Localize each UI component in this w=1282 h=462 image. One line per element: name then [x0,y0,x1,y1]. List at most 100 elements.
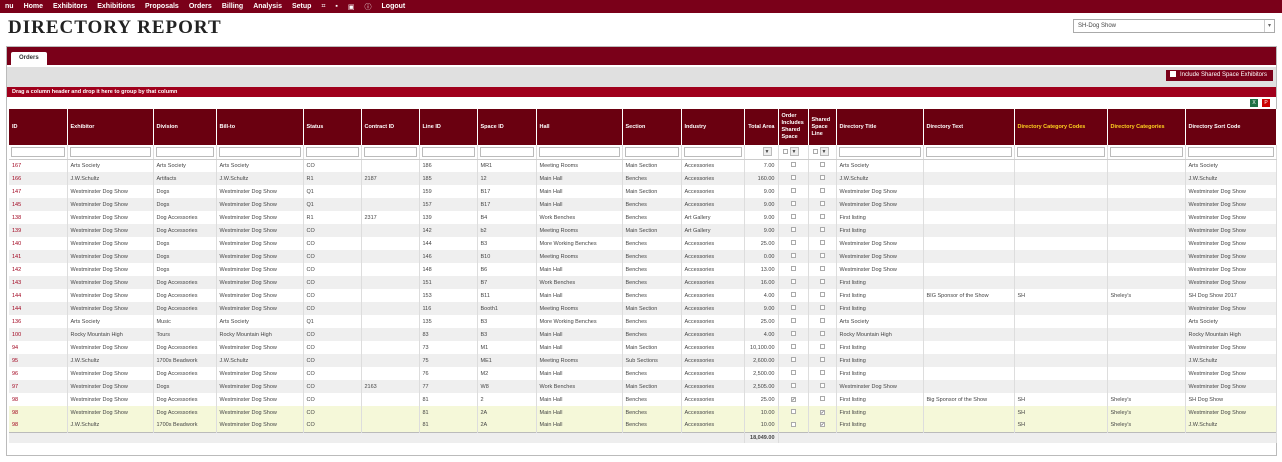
table-row[interactable]: 143 Westminster Dog Show Dog Accessories We… [9,276,1277,289]
table-row[interactable]: 166 J.W.Schultz Artifacts J.W.Schultz R1 2187… [9,172,1277,185]
column-header[interactable]: Order Includes Shared Space [778,109,809,145]
column-header[interactable]: Contract ID [361,109,420,145]
column-header[interactable]: Directory Categories [1107,109,1186,145]
table-row[interactable]: 97 Westminster Dog Show Dogs Westminster Do… [9,380,1277,393]
table-cell: Main Section [622,341,682,354]
pdf-export-icon[interactable]: P [1262,99,1270,107]
table-row[interactable]: 98 Westminster Dog Show Dog Accessories Wes… [9,393,1277,406]
table-cell [1107,328,1186,341]
table-cell [808,224,837,237]
table-cell: Accessories [681,393,745,406]
table-row[interactable]: 94 Westminster Dog Show Dog Accessories Wes… [9,341,1277,354]
filter-input[interactable] [11,146,65,157]
grid-icon[interactable]: ⌗ [321,3,325,11]
table-cell: Westminster Dog Show [67,341,154,354]
nav-item[interactable]: Setup [292,3,311,10]
column-header[interactable]: Division [153,109,217,145]
nav-item[interactable]: Exhibitors [53,3,87,10]
filter-input[interactable] [1109,146,1183,157]
table-cell: SH [1014,393,1108,406]
table-cell [1107,211,1186,224]
table-row[interactable]: 145 Westminster Dog Show Dogs Westminster D… [9,198,1277,211]
filter-input[interactable] [155,146,214,157]
nav-item[interactable]: Proposals [145,3,179,10]
show-select[interactable]: SH-Dog Show ▾ [1073,19,1275,33]
filter-input[interactable] [363,146,417,157]
column-header[interactable]: Directory Category Codes [1014,109,1108,145]
filter-icon[interactable]: ▼ [762,147,772,157]
filter-input[interactable] [683,146,742,157]
table-row[interactable]: 147 Westminster Dog Show Dogs Westminster D… [9,185,1277,198]
table-cell: First listing [836,341,924,354]
column-header[interactable]: ID [9,109,68,145]
filter-input[interactable] [624,146,679,157]
filter-input[interactable] [69,146,151,157]
filter-checkbox[interactable] [812,149,818,155]
column-header[interactable]: Space ID [477,109,537,145]
filter-icon[interactable]: ▼ [819,147,829,157]
row-checkbox [790,227,796,232]
table-row[interactable]: 138 Westminster Dog Show Dog Accessories We… [9,211,1277,224]
table-row[interactable]: 98 Westminster Dog Show Dog Accessories Wes… [9,406,1277,419]
logout-link[interactable]: Logout [382,3,406,10]
table-row[interactable]: 98 J.W.Schultz 1700s Beadwork Westminster D… [9,419,1277,432]
nav-item[interactable]: Home [24,3,43,10]
column-header[interactable]: Section [622,109,682,145]
table-row[interactable]: 142 Westminster Dog Show Dogs Westminster D… [9,263,1277,276]
table-row[interactable]: 95 J.W.Schultz 1700s Beadwork J.W.Schultz CO… [9,354,1277,367]
chat-icon[interactable]: ▪ [335,3,337,10]
filter-input[interactable] [421,146,475,157]
filter-input[interactable] [1016,146,1105,157]
column-header[interactable]: Directory Sort Code [1185,109,1277,145]
table-cell: Rocky Mountain High [836,328,924,341]
filter-input[interactable] [1187,146,1274,157]
column-header[interactable]: Bill-to [216,109,304,145]
table-cell: Main Hall [536,198,623,211]
tab-orders[interactable]: Orders [11,52,47,65]
excel-export-icon[interactable]: X [1250,99,1258,107]
column-header[interactable]: Status [303,109,362,145]
column-header[interactable]: Directory Text [923,109,1015,145]
column-header[interactable]: Industry [681,109,745,145]
filter-input[interactable] [479,146,534,157]
table-row[interactable]: 139 Westminster Dog Show Dog Accessories We… [9,224,1277,237]
table-row[interactable]: 167 Arts Society Arts Society Arts Society C… [9,159,1277,172]
table-cell: J.W.Schultz [1185,172,1277,185]
filter-input[interactable] [218,146,301,157]
table-cell: 81 [419,406,478,419]
group-by-bar[interactable]: Drag a column header and drop it here to… [7,87,1276,97]
row-checkbox [790,279,796,284]
camera-icon[interactable]: ▣ [348,3,355,11]
table-row[interactable]: 141 Westminster Dog Show Dogs Westminster D… [9,250,1277,263]
filter-input[interactable] [538,146,620,157]
table-row[interactable]: 100 Rocky Mountain High Tours Rocky Mountai… [9,328,1277,341]
table-row[interactable]: 144 Westminster Dog Show Dog Accessories We… [9,302,1277,315]
filter-icon[interactable]: ▼ [789,147,799,157]
table-row[interactable]: 140 Westminster Dog Show Dogs Westminster D… [9,237,1277,250]
nav-item[interactable]: nu [5,3,14,10]
nav-item[interactable]: Billing [222,3,243,10]
column-header[interactable]: Directory Title [836,109,924,145]
shared-checkbox[interactable] [1169,71,1176,77]
column-header[interactable]: Hall [536,109,623,145]
table-cell: Westminster Dog Show [1185,263,1277,276]
column-header[interactable]: Line ID [419,109,478,145]
nav-item[interactable]: Analysis [253,3,282,10]
table-row[interactable]: 136 Arts Society Music Arts Society Q1 135 B3 M… [9,315,1277,328]
chevron-down-icon[interactable]: ▾ [1264,20,1274,32]
column-header[interactable]: Total Area [744,109,779,145]
filter-input[interactable] [838,146,921,157]
totals-row: 18,049.00 [9,431,1277,443]
table-row[interactable]: 144 Westminster Dog Show Dog Accessories We… [9,289,1277,302]
info-icon[interactable]: ⓘ [365,2,372,12]
table-cell: First listing [836,419,924,432]
table-row[interactable]: 96 Westminster Dog Show Dog Accessories Wes… [9,367,1277,380]
include-shared-toggle[interactable]: Include Shared Space Exhibitors [1165,70,1273,81]
filter-checkbox[interactable] [782,149,788,155]
nav-item[interactable]: Exhibitions [97,3,135,10]
column-header[interactable]: Exhibitor [67,109,154,145]
filter-input[interactable] [925,146,1012,157]
filter-input[interactable] [305,146,359,157]
nav-item[interactable]: Orders [189,3,212,10]
column-header[interactable]: Shared Space Line [808,109,837,145]
